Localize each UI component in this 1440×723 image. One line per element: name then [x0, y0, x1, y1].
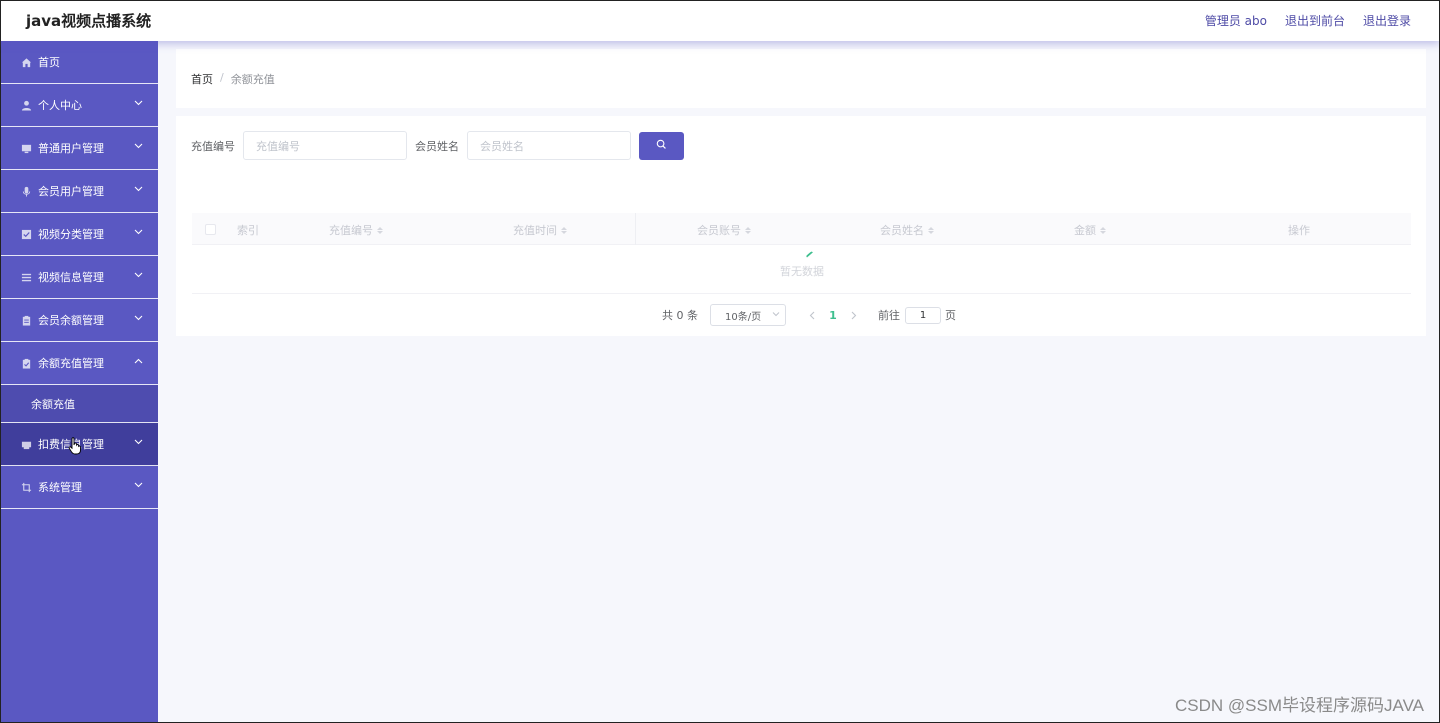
loading-spinner-icon [805, 250, 815, 260]
microphone-icon [20, 185, 32, 197]
column-actions: 操作 [1288, 224, 1310, 237]
sidebar-item-member-balance[interactable]: 会员余额管理 [1, 299, 158, 342]
sidebar-item-recharge-management[interactable]: 余额充值管理 [1, 342, 158, 385]
sidebar-item-label: 个人中心 [38, 99, 82, 112]
logout-link[interactable]: 退出登录 [1363, 12, 1411, 29]
crop-icon [20, 481, 32, 493]
member-name-placeholder: 会员姓名 [480, 139, 524, 153]
chevron-down-icon [133, 184, 143, 194]
column-divider [635, 213, 636, 245]
sidebar-item-label: 会员余额管理 [38, 314, 104, 327]
app-title: java视频点播系统 [26, 12, 152, 30]
sidebar-item-member-user[interactable]: 会员用户管理 [1, 170, 158, 213]
sidebar-item-label: 系统管理 [38, 481, 82, 494]
column-amount[interactable]: 金额 [1074, 222, 1106, 238]
sidebar-item-system[interactable]: 系统管理 [1, 466, 158, 509]
sort-icon [1100, 226, 1106, 234]
goto-label: 前往 [878, 309, 900, 322]
column-recharge-no[interactable]: 充值编号 [329, 222, 383, 238]
watermark: CSDN @SSM毕设程序源码JAVA [1175, 696, 1424, 715]
sidebar-item-label: 余额充值管理 [38, 357, 104, 370]
recharge-no-placeholder: 充值编号 [256, 139, 300, 153]
chevron-down-icon [133, 480, 143, 490]
hand-cursor-icon [68, 437, 82, 458]
member-name-input[interactable]: 会员姓名 [467, 131, 631, 160]
admin-user-link[interactable]: 管理员 abo [1205, 12, 1267, 29]
list-icon [20, 271, 32, 283]
prev-page-button[interactable] [804, 311, 820, 320]
monitor-icon [20, 142, 32, 154]
sort-icon [377, 226, 383, 234]
next-page-button[interactable] [846, 311, 862, 320]
search-button[interactable] [639, 131, 684, 160]
top-links: 管理员 abo 退出到前台 退出登录 [1205, 12, 1411, 29]
breadcrumb-card: 首页 / 余额充值 [176, 49, 1426, 108]
top-bar: java视频点播系统 管理员 abo 退出到前台 退出登录 [0, 0, 1440, 41]
goto-page-value: 1 [919, 309, 927, 321]
chevron-down-icon [772, 310, 780, 321]
exit-to-frontend-link[interactable]: 退出到前台 [1285, 12, 1345, 29]
chevron-down-icon [133, 98, 143, 108]
chevron-left-icon [809, 311, 815, 319]
chevron-right-icon [851, 311, 857, 319]
chevron-down-icon [133, 141, 143, 151]
breadcrumb-home[interactable]: 首页 [191, 71, 213, 87]
column-recharge-time[interactable]: 充值时间 [513, 222, 567, 238]
chevron-down-icon [133, 313, 143, 323]
search-form: 充值编号 充值编号 会员姓名 会员姓名 [191, 131, 684, 160]
recharge-no-input[interactable]: 充值编号 [243, 131, 407, 160]
user-icon [20, 99, 32, 111]
search-icon [656, 139, 667, 153]
clipboard-check-icon [20, 357, 32, 369]
pagination-total: 共 0 条 [662, 309, 698, 322]
breadcrumb-separator: / [220, 71, 224, 84]
member-name-label: 会员姓名 [415, 139, 459, 153]
empty-text: 暂无数据 [780, 265, 824, 278]
chevron-down-icon [133, 437, 143, 447]
pagination: 共 0 条 10条/页 1 前往 1 页 [662, 304, 956, 326]
sidebar-item-label: 视频分类管理 [38, 228, 104, 241]
sidebar-item-video-info[interactable]: 视频信息管理 [1, 256, 158, 299]
sidebar-item-home[interactable]: 首页 [1, 41, 158, 84]
column-index: 索引 [237, 224, 259, 237]
page-size-select[interactable]: 10条/页 [710, 304, 786, 326]
page-number[interactable]: 1 [823, 309, 843, 322]
sidebar: 首页 个人中心 普通用户管理 会员用户管理 视频分类管理 视频信息管理 会员余额… [0, 41, 158, 723]
table-body: 暂无数据 [192, 246, 1411, 294]
recharge-no-label: 充值编号 [191, 139, 235, 153]
home-icon [20, 56, 32, 68]
chevron-down-icon [133, 227, 143, 237]
printer-icon [20, 438, 32, 450]
chevron-down-icon [133, 270, 143, 280]
sort-icon [928, 226, 934, 234]
breadcrumb-current: 余额充值 [230, 73, 275, 86]
sidebar-item-label: 普通用户管理 [38, 142, 104, 155]
goto-page-input[interactable]: 1 [905, 306, 941, 324]
column-member-account[interactable]: 会员账号 [697, 222, 751, 238]
sidebar-item-label: 首页 [38, 56, 60, 69]
chevron-up-icon [133, 356, 143, 366]
checkbox-icon [20, 228, 32, 240]
recharge-table: 索引 充值编号 充值时间 会员账号 会员姓名 金额 操作 暂无数据 [192, 213, 1411, 297]
submenu-item-recharge[interactable]: 余额充值 [1, 385, 158, 423]
sort-icon [561, 226, 567, 234]
page-unit-label: 页 [945, 309, 956, 322]
sidebar-item-label: 视频信息管理 [38, 271, 104, 284]
content-card: 充值编号 充值编号 会员姓名 会员姓名 索引 充值编号 充值时间 会员账号 会员… [176, 116, 1426, 336]
table-header: 索引 充值编号 充值时间 会员账号 会员姓名 金额 操作 [192, 213, 1411, 245]
page-size-value: 10条/页 [725, 311, 762, 323]
sidebar-item-personal-center[interactable]: 个人中心 [1, 84, 158, 127]
sidebar-item-normal-user[interactable]: 普通用户管理 [1, 127, 158, 170]
clipboard-icon [20, 314, 32, 326]
column-member-name[interactable]: 会员姓名 [880, 222, 934, 238]
breadcrumb: 首页 / 余额充值 [191, 71, 275, 87]
sidebar-item-label: 会员用户管理 [38, 185, 104, 198]
sort-icon [745, 226, 751, 234]
sidebar-item-video-category[interactable]: 视频分类管理 [1, 213, 158, 256]
select-all-checkbox[interactable] [205, 224, 216, 235]
